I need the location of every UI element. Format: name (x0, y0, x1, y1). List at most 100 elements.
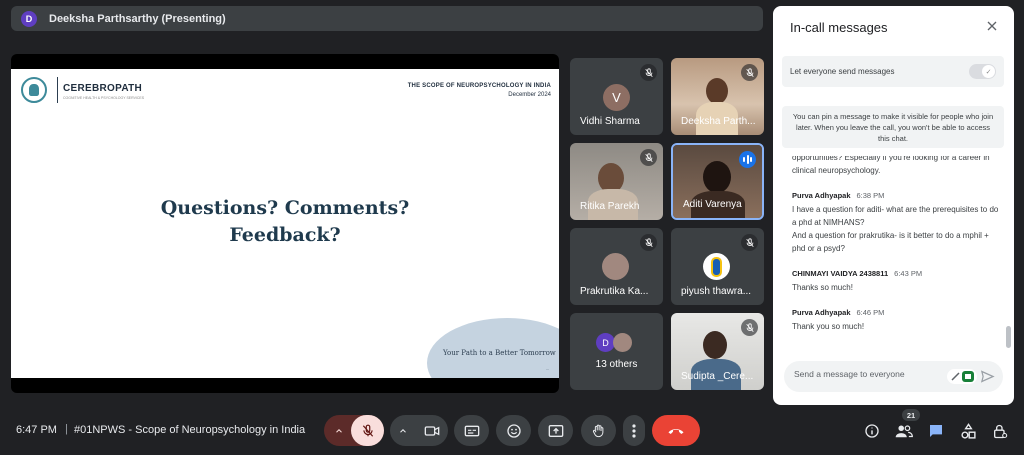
present-button[interactable] (538, 415, 573, 446)
message-text: Thank you so much! (792, 322, 865, 331)
raise-hand-icon (593, 424, 604, 437)
meeting-title: #01NPWS - Scope of Neuropsychology in In… (74, 424, 306, 436)
camera-control-group (390, 415, 448, 446)
mic-toggle-button[interactable] (351, 415, 384, 446)
mic-off-icon (640, 149, 657, 166)
people-button[interactable] (893, 420, 915, 442)
compose-extras[interactable] (947, 369, 977, 384)
participant-tile[interactable]: V Vidhi Sharma (570, 58, 663, 135)
more-icon (632, 423, 636, 438)
present-icon (548, 424, 563, 437)
raise-hand-button[interactable] (581, 415, 616, 446)
slide-heading-line1: Questions? Comments? (160, 197, 410, 219)
toggle-label: Let everyone send messages (790, 67, 895, 76)
end-call-icon (668, 428, 684, 434)
info-icon (865, 424, 879, 438)
mic-off-icon (741, 234, 758, 251)
chat-scrollbar[interactable] (1006, 326, 1011, 348)
chat-message: Purva Adhyapak 6:46 PM Thank you so much! (792, 307, 1004, 333)
chat-icon (930, 425, 942, 437)
participant-tile[interactable]: Ritika Parekh (570, 143, 663, 220)
emoji-button[interactable] (496, 415, 531, 446)
message-sender: Purva Adhyapak (792, 308, 851, 317)
participant-name: Vidhi Sharma (580, 116, 640, 127)
more-options-button[interactable] (623, 415, 645, 446)
brain-logo-icon (21, 77, 47, 103)
person-silhouette (703, 331, 727, 359)
speaking-indicator-icon (739, 151, 756, 168)
slide-tagline: Your Path to a Better Tomorrow (443, 349, 556, 357)
mic-options-chevron-icon[interactable] (324, 415, 354, 446)
slide-brand-sub: COGNITIVE HEALTH & PSYCHOLOGY SERVICES (63, 96, 145, 100)
chat-message: CHINMAYI VAIDYA 2438811 6:43 PM Thanks so… (792, 268, 1004, 294)
slide-decoration (427, 318, 559, 378)
presentation-stage[interactable]: CEREBROPATH COGNITIVE HEALTH & PSYCHOLOG… (11, 54, 559, 393)
chat-title: In-call messages (790, 20, 888, 35)
participant-name: Ritika Parekh (580, 201, 640, 212)
leave-call-button[interactable] (652, 415, 700, 446)
chat-message: Purva Adhyapak 6:38 PM I have a question … (792, 190, 1004, 255)
host-controls-button[interactable] (989, 420, 1011, 442)
avatar (613, 333, 632, 352)
presenter-banner: D Deeksha Parthsarthy (Presenting) (11, 6, 763, 31)
message-time: 6:43 PM (894, 269, 923, 278)
people-icon (895, 425, 913, 438)
captions-button[interactable] (454, 415, 489, 446)
participant-tile[interactable]: Prakrutika Ka... (570, 228, 663, 305)
others-tile[interactable]: D 13 others (570, 313, 663, 390)
pin-notice: You can pin a message to make it visible… (782, 106, 1004, 148)
chat-panel: In-call messages Let everyone send messa… (773, 6, 1014, 405)
avatar: V (603, 84, 630, 111)
message-text: Thanks so much! (792, 283, 853, 292)
toolbar-separator: | (65, 423, 68, 435)
participant-name: Sudipta _Cere... (681, 371, 754, 382)
chat-button[interactable] (925, 420, 947, 442)
participant-tile-active-speaker[interactable]: Aditi Varenya (671, 143, 764, 220)
meeting-details-button[interactable] (861, 420, 883, 442)
emoji-icon (506, 423, 521, 438)
avatar (703, 253, 730, 280)
clock: 6:47 PM (16, 424, 57, 436)
mic-off-icon (640, 234, 657, 251)
others-avatars: D (596, 333, 632, 352)
presenter-avatar: D (21, 10, 37, 27)
message-text: opportunities? Especially if you're look… (792, 156, 990, 175)
mic-control-group (324, 415, 384, 446)
captions-icon (464, 425, 479, 436)
mic-off-icon (741, 319, 758, 336)
slide-brand: CEREBROPATH (63, 83, 143, 94)
message-time: 6:46 PM (856, 308, 885, 317)
close-icon[interactable] (984, 18, 1000, 34)
message-text: And a question for prakrutika- is it bet… (792, 231, 989, 253)
slide-page-mark: ... (546, 366, 550, 371)
camera-icon (424, 425, 440, 436)
participant-name: Deeksha Parth... (681, 116, 756, 127)
message-sender: Purva Adhyapak (792, 191, 851, 200)
avatar (602, 253, 629, 280)
logo-divider (57, 77, 58, 103)
message-input[interactable] (794, 369, 934, 379)
compose-bar (784, 361, 1003, 392)
host-controls-icon (994, 424, 1008, 438)
message-sender: CHINMAYI VAIDYA 2438811 (792, 269, 889, 278)
presenter-label: Deeksha Parthsarthy (Presenting) (49, 12, 226, 25)
camera-options-chevron-icon[interactable] (390, 415, 416, 446)
send-permission-toggle[interactable]: ✓ (969, 64, 996, 79)
participant-tile[interactable]: piyush thawra... (671, 228, 764, 305)
participant-tile[interactable]: Deeksha Parth... (671, 58, 764, 135)
message-text: I have a question for aditi- what are th… (792, 205, 999, 227)
mic-off-icon (362, 424, 373, 437)
slide: CEREBROPATH COGNITIVE HEALTH & PSYCHOLOG… (11, 69, 559, 378)
camera-toggle-button[interactable] (416, 415, 448, 446)
activities-icon (960, 422, 976, 439)
participant-tile[interactable]: Sudipta _Cere... (671, 313, 764, 390)
send-icon[interactable] (980, 369, 995, 384)
activities-button[interactable] (957, 420, 979, 442)
mic-off-icon (741, 64, 758, 81)
others-count-label: 13 others (595, 359, 638, 370)
message-list[interactable]: opportunities? Especially if you're look… (792, 156, 1004, 351)
mic-off-icon (640, 64, 657, 81)
check-icon: ✓ (982, 65, 995, 78)
slide-header-title: THE SCOPE OF NEUROPSYCHOLOGY IN INDIA (407, 83, 551, 89)
participant-name: Aditi Varenya (683, 199, 742, 210)
